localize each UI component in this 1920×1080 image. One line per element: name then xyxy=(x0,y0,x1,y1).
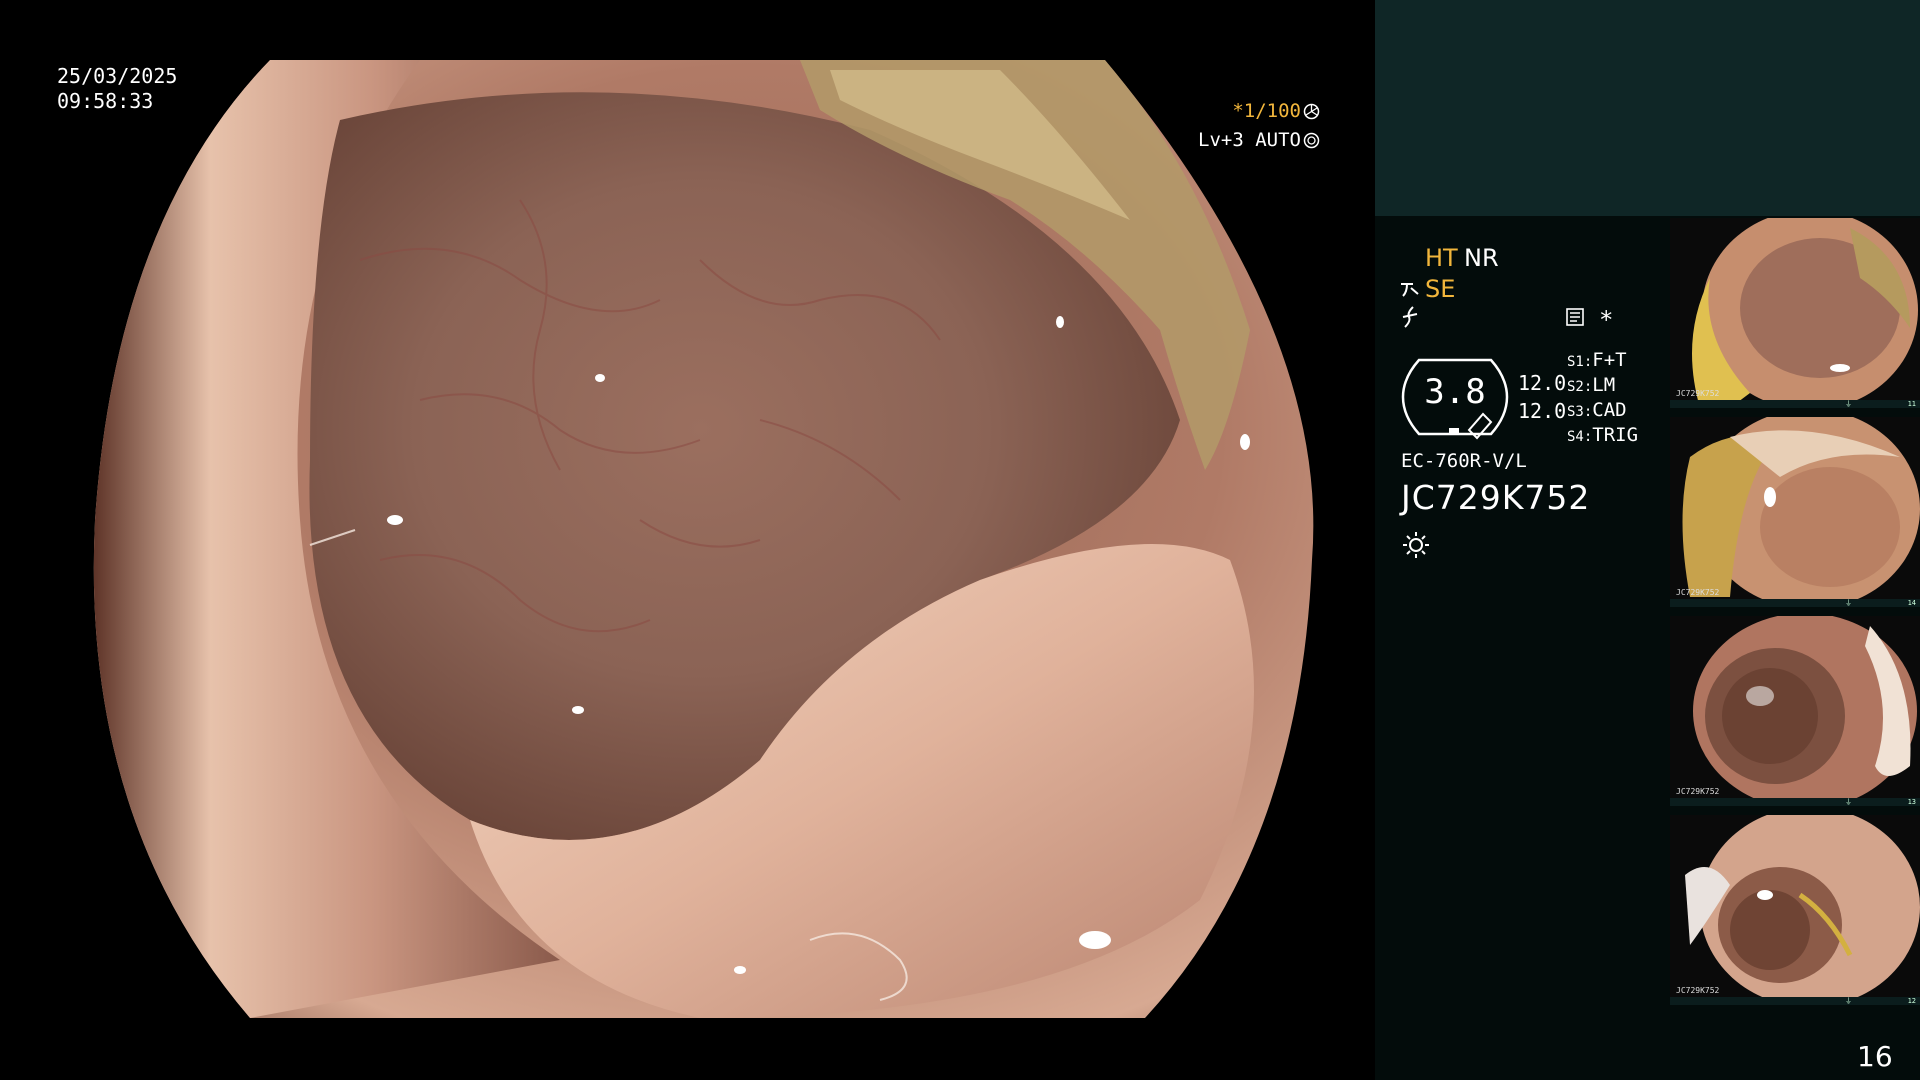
thumbnail-number: 12 xyxy=(1907,997,1916,1005)
thumbnail-bar xyxy=(1670,400,1920,408)
thumbnail-number: 13 xyxy=(1907,798,1916,806)
thumbnail-marker-icon: ⏚ xyxy=(1845,400,1852,408)
switch-s2: S2:LM xyxy=(1567,374,1615,396)
switch-s3: S3:CAD xyxy=(1567,399,1627,421)
thumbnail-marker-icon: ⏚ xyxy=(1845,997,1852,1005)
switch-value: LM xyxy=(1592,374,1616,396)
date-text: 25/03/2025 xyxy=(57,64,178,88)
gain-value-2: 12.0 xyxy=(1518,399,1567,423)
thumbnail-label: JC729K752 xyxy=(1676,588,1720,597)
memo-icon xyxy=(1566,308,1584,326)
nr-indicator: NR xyxy=(1464,244,1499,272)
switch-key: S3: xyxy=(1567,404,1593,420)
thumbnail-image xyxy=(1670,815,1920,1005)
thumbnail-image xyxy=(1670,417,1920,607)
thumbnail-number: 11 xyxy=(1907,400,1916,408)
iris-icon xyxy=(1303,132,1320,154)
thumbnail-4[interactable]: JC729K752 ⏚ 12 xyxy=(1670,815,1920,1005)
gain-value-1: 12.0 xyxy=(1518,371,1567,395)
switch-value: CAD xyxy=(1592,399,1627,421)
switch-s4: S4:TRIG xyxy=(1567,424,1638,446)
light-icon xyxy=(1403,532,1429,558)
shutter-readout: *1/100 xyxy=(1232,100,1320,125)
scope-serial: JC729K752 xyxy=(1401,478,1591,517)
switch-value: TRIG xyxy=(1592,424,1639,446)
thumbnail-label: JC729K752 xyxy=(1676,389,1720,398)
thumbnail-label: JC729K752 xyxy=(1676,986,1720,995)
main-endoscope-view: 25/03/2025 09:58:33 *1/100 Lv+3 AUTO xyxy=(0,0,1375,1080)
thumbnail-number: 14 xyxy=(1907,599,1916,607)
thumbnail-bar xyxy=(1670,599,1920,607)
endoscopic-image xyxy=(93,60,1314,1018)
side-panel-header xyxy=(1375,0,1920,216)
iris-readout: Lv+3 AUTO xyxy=(1198,129,1320,154)
datetime-readout: 25/03/2025 09:58:33 xyxy=(57,64,177,114)
freeze-icon xyxy=(1402,306,1418,328)
page-number: 16 xyxy=(1857,1040,1893,1073)
thumbnail-3[interactable]: JC729K752 ⏚ 13 xyxy=(1670,616,1920,806)
star-indicator: * xyxy=(1599,306,1614,334)
thumbnail-image xyxy=(1670,218,1920,408)
switch-s1: S1:F+T xyxy=(1567,349,1627,371)
thumbnail-marker-icon: ⏚ xyxy=(1845,798,1852,806)
switch-key: S1: xyxy=(1567,354,1593,370)
ht-indicator: HT xyxy=(1425,244,1458,272)
switch-key: S4: xyxy=(1567,429,1593,445)
scope-model: EC-760R-V/L xyxy=(1401,450,1527,472)
time-text: 09:58:33 xyxy=(57,89,154,113)
thumbnail-1[interactable]: JC729K752 ⏚ 11 xyxy=(1670,218,1920,408)
side-panel: HT NR SE * 3.8 12.0 12.0 S1:F+T S2:LM S3… xyxy=(1375,0,1920,1080)
shutter-icon xyxy=(1303,103,1320,125)
thumbnail-bar xyxy=(1670,798,1920,806)
zoom-value: 3.8 xyxy=(1424,372,1486,412)
shutter-text: *1/100 xyxy=(1232,100,1301,122)
thumbnail-bar xyxy=(1670,997,1920,1005)
switch-value: F+T xyxy=(1592,349,1627,371)
thumbnail-2[interactable]: JC729K752 ⏚ 14 xyxy=(1670,417,1920,607)
thumbnail-image xyxy=(1670,616,1920,806)
thumbnail-marker-icon: ⏚ xyxy=(1845,599,1852,607)
iris-text: Lv+3 AUTO xyxy=(1198,129,1301,151)
switch-key: S2: xyxy=(1567,379,1593,395)
structure-enhance-icon xyxy=(1401,283,1419,297)
se-indicator: SE xyxy=(1425,275,1456,303)
thumbnail-label: JC729K752 xyxy=(1676,787,1720,796)
